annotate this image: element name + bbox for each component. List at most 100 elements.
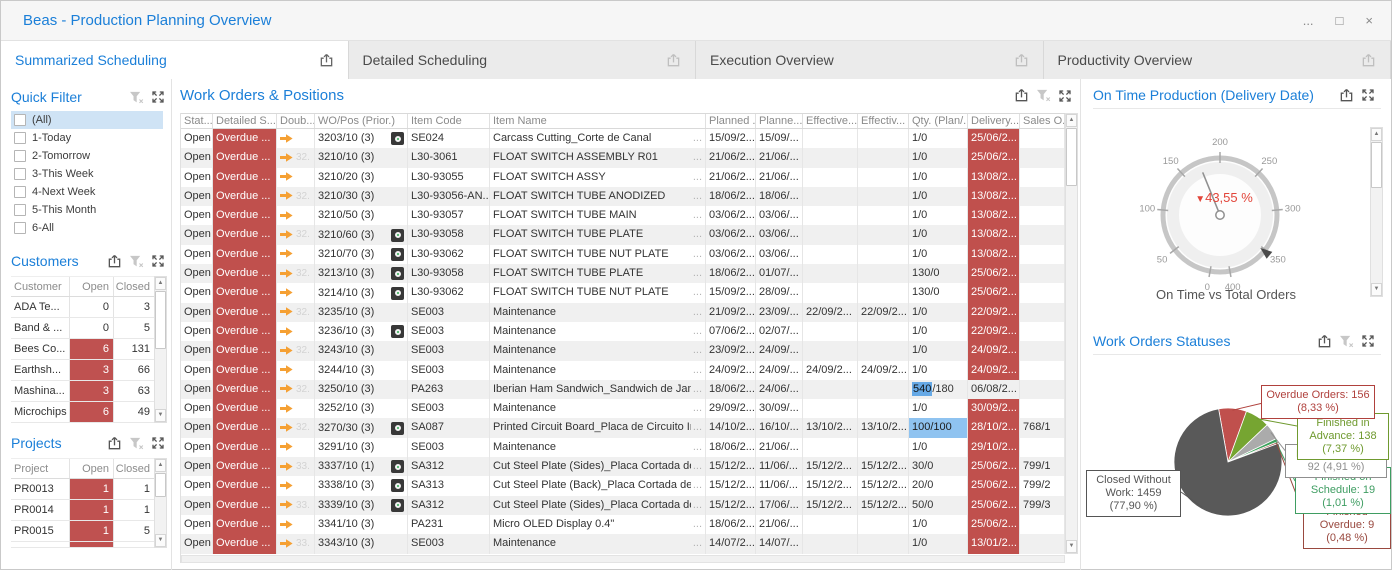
column-header-planne[interactable]: Planne...: [756, 114, 803, 128]
column-header-sales-o[interactable]: Sales O...: [1020, 114, 1065, 128]
work-order-row[interactable]: OpenOverdue ...3252/10 (3)SE003Maintenan…: [181, 399, 1065, 418]
table-row[interactable]: Earthsh...366: [11, 360, 154, 381]
work-order-row[interactable]: OpenOverdue ...32.3243/10 (3)SE003Mainte…: [181, 341, 1065, 360]
quick-filter-item-4-next-week[interactable]: 4-Next Week: [11, 183, 163, 201]
work-order-row[interactable]: OpenOverdue ...33.3337/10 (1)SA312Cut St…: [181, 457, 1065, 476]
export-icon[interactable]: [1339, 88, 1354, 103]
export-icon[interactable]: [107, 254, 122, 269]
expand-icon[interactable]: [151, 254, 165, 268]
scroll-down-icon[interactable]: ▼: [155, 409, 166, 422]
work-order-row[interactable]: OpenOverdue ...3338/10 (3)SA313Cut Steel…: [181, 476, 1065, 495]
table-row[interactable]: Band & ...05: [11, 318, 154, 339]
work-order-row[interactable]: OpenOverdue ...32.3213/10 (3)L30-93058FL…: [181, 264, 1065, 283]
checkbox[interactable]: [14, 132, 26, 144]
close-button[interactable]: ×: [1365, 13, 1373, 28]
work-order-row[interactable]: OpenOverdue ...32.3210/30 (3)L30-93056-A…: [181, 187, 1065, 206]
filter-clear-icon[interactable]: [129, 437, 144, 450]
export-icon[interactable]: [319, 53, 334, 68]
scroll-up-icon[interactable]: ▲: [155, 277, 166, 290]
scroll-up-icon[interactable]: ▲: [155, 459, 166, 472]
scroll-thumb[interactable]: [155, 291, 166, 349]
quick-filter-item-1-today[interactable]: 1-Today: [11, 129, 163, 147]
tab-summarized-scheduling[interactable]: Summarized Scheduling: [1, 41, 349, 79]
work-order-row[interactable]: OpenOverdue ...3214/10 (3)L30-93062FLOAT…: [181, 283, 1065, 302]
export-icon[interactable]: [107, 436, 122, 451]
vertical-scrollbar[interactable]: ▲▼: [154, 276, 167, 423]
work-order-row[interactable]: OpenOverdue ...33.3343/10 (3)SE003Mainte…: [181, 534, 1065, 553]
work-order-row[interactable]: OpenOverdue ...3291/10 (3)SE003Maintenan…: [181, 438, 1065, 457]
expand-icon[interactable]: [1058, 89, 1072, 103]
scroll-up-icon[interactable]: ▲: [1371, 128, 1382, 141]
checkbox[interactable]: [14, 222, 26, 234]
quick-filter-item-5-this-month[interactable]: 5-This Month: [11, 201, 163, 219]
table-row[interactable]: PR001515: [11, 521, 154, 542]
column-header-project[interactable]: Project: [11, 459, 70, 478]
work-order-row[interactable]: OpenOverdue ...3210/50 (3)L30-93057FLOAT…: [181, 206, 1065, 225]
work-order-row[interactable]: OpenOverdue ...3210/20 (3)L30-93055FLOAT…: [181, 168, 1065, 187]
work-order-row[interactable]: OpenOverdue ...32.3250/10 (3)PA263Iberia…: [181, 380, 1065, 399]
vertical-scrollbar[interactable]: ▲▼: [154, 458, 167, 548]
scroll-up-icon[interactable]: ▲: [1066, 114, 1077, 127]
export-icon[interactable]: [1361, 53, 1376, 68]
checkbox[interactable]: [14, 150, 26, 162]
table-row[interactable]: PR001311: [11, 479, 154, 500]
tab-detailed-scheduling[interactable]: Detailed Scheduling: [349, 41, 697, 79]
tab-productivity-overview[interactable]: Productivity Overview: [1044, 41, 1392, 79]
column-header-detailed-s[interactable]: Detailed S...: [213, 114, 277, 128]
tab-execution-overview[interactable]: Execution Overview: [696, 41, 1044, 79]
work-order-row[interactable]: OpenOverdue ...32.3210/10 (3)L30-3061FLO…: [181, 148, 1065, 167]
scroll-down-icon[interactable]: ▼: [1371, 283, 1382, 296]
table-row[interactable]: ADA Te...03: [11, 297, 154, 318]
work-order-row[interactable]: OpenOverdue ...3244/10 (3)SE003Maintenan…: [181, 361, 1065, 380]
table-row[interactable]: PR001411: [11, 500, 154, 521]
gauge-panel-scrollbar[interactable]: ▲▼: [1370, 127, 1383, 297]
filter-clear-icon[interactable]: [129, 255, 144, 268]
column-header-effective[interactable]: Effective...: [803, 114, 858, 128]
work-orders-scrollbar[interactable]: ▲▼: [1065, 113, 1078, 554]
column-header-open[interactable]: Open: [70, 459, 114, 478]
quick-filter-item-2-tomorrow[interactable]: 2-Tomorrow: [11, 147, 163, 165]
scroll-down-icon[interactable]: ▼: [155, 534, 166, 547]
quick-filter-item-all[interactable]: (All): [11, 111, 163, 129]
work-order-row[interactable]: OpenOverdue ...32.3235/10 (3)SE003Mainte…: [181, 303, 1065, 322]
horizontal-scrollbar[interactable]: [181, 555, 1065, 563]
expand-icon[interactable]: [1361, 88, 1375, 102]
work-order-row[interactable]: OpenOverdue ...3341/10 (3)PA231Micro OLE…: [181, 515, 1065, 534]
column-header-item-code[interactable]: Item Code: [408, 114, 490, 128]
filter-clear-icon[interactable]: [129, 91, 144, 104]
column-header-item-name[interactable]: Item Name: [490, 114, 706, 128]
column-header-doub[interactable]: Doub...: [277, 114, 315, 128]
column-header-customer[interactable]: Customer: [11, 277, 70, 296]
column-header-delivery[interactable]: Delivery...: [968, 114, 1020, 128]
column-header-qty-plan[interactable]: Qty. (Plan/...: [909, 114, 968, 128]
checkbox[interactable]: [14, 114, 26, 126]
export-icon[interactable]: [1014, 88, 1029, 103]
column-header-planned[interactable]: Planned ...: [706, 114, 756, 128]
checkbox[interactable]: [14, 168, 26, 180]
maximize-button[interactable]: □: [1336, 13, 1344, 28]
quick-filter-item-3-this-week[interactable]: 3-This Week: [11, 165, 163, 183]
more-button[interactable]: ...: [1303, 13, 1314, 28]
column-header-closed[interactable]: Closed: [114, 277, 154, 296]
table-row[interactable]: Microchips649: [11, 402, 154, 423]
scroll-thumb[interactable]: [1066, 128, 1077, 186]
export-icon[interactable]: [666, 53, 681, 68]
table-row[interactable]: Bees Co...6131: [11, 339, 154, 360]
column-header-open[interactable]: Open: [70, 277, 114, 296]
expand-icon[interactable]: [151, 90, 165, 104]
work-order-row[interactable]: OpenOverdue ...32.3210/60 (3)L30-93058FL…: [181, 225, 1065, 244]
column-header-wo-pos-prior[interactable]: WO/Pos (Prior.): [315, 114, 408, 128]
checkbox[interactable]: [14, 186, 26, 198]
scroll-thumb[interactable]: [155, 473, 166, 497]
table-row[interactable]: Mashina...363: [11, 381, 154, 402]
work-order-row[interactable]: OpenOverdue ...3203/10 (3)SE024Carcass C…: [181, 129, 1065, 148]
scroll-thumb[interactable]: [1371, 142, 1382, 188]
column-header-stat[interactable]: Stat...: [181, 114, 213, 128]
quick-filter-item-6-all[interactable]: 6-All: [11, 219, 163, 237]
checkbox[interactable]: [14, 204, 26, 216]
column-header-effectiv[interactable]: Effectiv...: [858, 114, 909, 128]
work-order-row[interactable]: OpenOverdue ...3210/70 (3)L30-93062FLOAT…: [181, 245, 1065, 264]
export-icon[interactable]: [1014, 53, 1029, 68]
work-order-row[interactable]: OpenOverdue ...3236/10 (3)SE003Maintenan…: [181, 322, 1065, 341]
column-header-closed[interactable]: Closed: [114, 459, 154, 478]
